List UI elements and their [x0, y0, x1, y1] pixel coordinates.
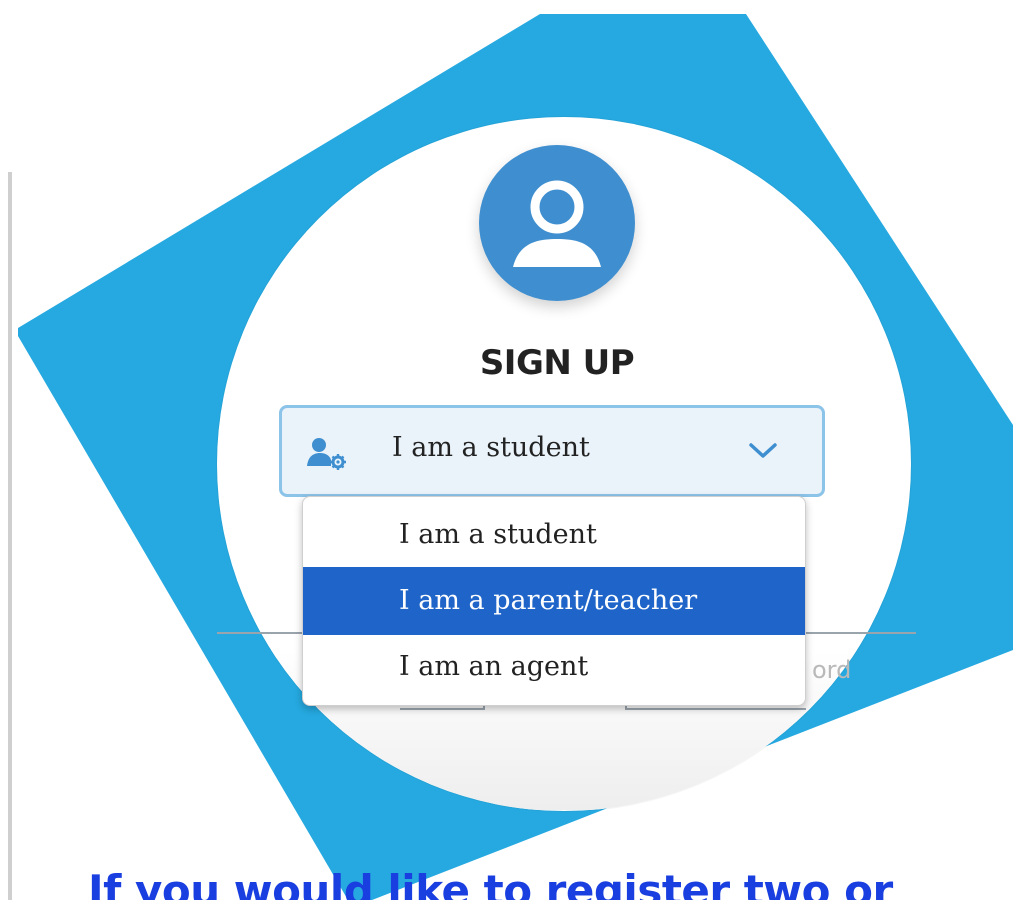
- role-select-value: I am a student: [392, 432, 590, 463]
- role-dropdown-menu: I am a student I am a parent/teacher I a…: [302, 496, 806, 706]
- role-option-parent-teacher[interactable]: I am a parent/teacher: [303, 567, 805, 635]
- input-border-fragment: [626, 708, 806, 710]
- input-underline: [806, 632, 916, 634]
- input-underline: [217, 632, 303, 634]
- password-placeholder-fragment: ord: [812, 656, 852, 684]
- page-title: SIGN UP: [479, 343, 635, 383]
- role-select[interactable]: I am a student: [279, 405, 825, 497]
- role-option-agent[interactable]: I am an agent: [303, 633, 805, 701]
- chevron-down-icon[interactable]: [748, 442, 778, 460]
- role-option-student[interactable]: I am a student: [303, 501, 805, 569]
- instruction-caption: If you would like to register two or: [88, 866, 893, 900]
- user-profile-icon: [479, 145, 635, 301]
- screenshot-page: SIGN UP I am a student ord I am a studen…: [0, 0, 1013, 900]
- input-border-fragment: [400, 708, 484, 710]
- user-gear-icon: [307, 438, 346, 470]
